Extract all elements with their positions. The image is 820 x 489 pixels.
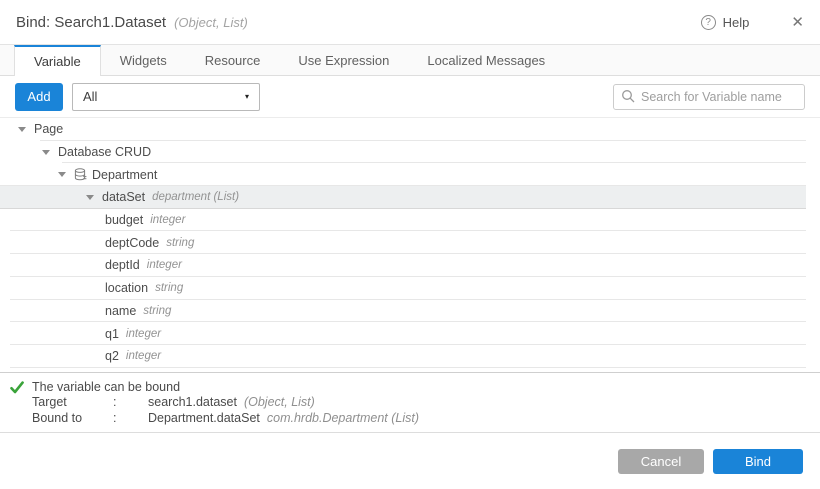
caret-down-icon[interactable] <box>58 172 66 177</box>
variable-tree: Page Database CRUD Department dataSet depart… <box>0 118 806 368</box>
tree-row-page[interactable]: Page <box>0 118 806 141</box>
status-boundto-note: com.hrdb.Department (List) <box>267 411 419 427</box>
tab-localized-messages[interactable]: Localized Messages <box>408 45 564 75</box>
tab-bar: Variable Widgets Resource Use Expression… <box>0 44 820 76</box>
tree-node-label: Department <box>92 168 157 182</box>
tree-node-type: integer <box>126 328 161 340</box>
tab-use-expression[interactable]: Use Expression <box>279 45 408 75</box>
dropdown-caret-icon: ▾ <box>245 92 249 101</box>
help-label: Help <box>723 15 750 30</box>
tree-node-type: integer <box>126 350 161 362</box>
tree-row-location[interactable]: location string <box>0 277 806 300</box>
variable-filter-dropdown[interactable]: All ▾ <box>72 83 260 111</box>
tree-row-department[interactable]: Department <box>0 163 806 186</box>
status-boundto-value: Department.dataSet <box>148 411 260 427</box>
caret-down-icon[interactable] <box>42 150 50 155</box>
tree-row-q1[interactable]: q1 integer <box>0 322 806 345</box>
tree-row-budget[interactable]: budget integer <box>0 209 806 232</box>
tree-row-dataset[interactable]: dataSet department (List) <box>0 186 806 209</box>
status-colon: : <box>113 411 148 427</box>
tree-node-type: integer <box>147 259 182 271</box>
tree-node-type: string <box>166 237 194 249</box>
status-target-key: Target <box>32 395 113 411</box>
bind-button[interactable]: Bind <box>713 449 803 474</box>
tab-variable[interactable]: Variable <box>14 45 101 76</box>
binding-status-panel: The variable can be bound Target : searc… <box>0 372 820 432</box>
tree-node-type: string <box>143 305 171 317</box>
cancel-button[interactable]: Cancel <box>618 449 704 474</box>
database-icon <box>74 168 87 181</box>
tree-node-label: Page <box>34 122 63 136</box>
dialog-footer: Cancel Bind <box>0 432 820 489</box>
tree-node-type: department (List) <box>152 191 239 203</box>
status-target-row: Target : search1.dataset (Object, List) <box>10 395 820 411</box>
tree-node-label: dataSet <box>102 190 145 204</box>
tab-widgets[interactable]: Widgets <box>101 45 186 75</box>
caret-down-icon[interactable] <box>18 127 26 132</box>
status-target-note: (Object, List) <box>244 395 315 411</box>
tree-node-label: name <box>105 304 136 318</box>
tree-node-label: location <box>105 281 148 295</box>
tree-node-type: integer <box>150 214 185 226</box>
success-check-icon <box>10 380 32 394</box>
status-boundto-key: Bound to <box>32 411 113 427</box>
tab-resource[interactable]: Resource <box>186 45 280 75</box>
tree-node-label: deptCode <box>105 236 159 250</box>
add-variable-button[interactable]: Add <box>15 83 63 111</box>
close-icon[interactable]: ✕ <box>791 15 804 30</box>
tree-node-type: string <box>155 282 183 294</box>
tree-row-q2[interactable]: q2 integer <box>0 345 806 368</box>
dialog-header: Bind: Search1.Dataset (Object, List) ? H… <box>0 0 820 44</box>
status-boundto-row: Bound to : Department.dataSet com.hrdb.D… <box>10 411 820 427</box>
status-message: The variable can be bound <box>32 380 180 396</box>
tree-node-label: Database CRUD <box>58 145 151 159</box>
tree-row-name[interactable]: name string <box>0 300 806 323</box>
tree-node-label: deptId <box>105 258 140 272</box>
tree-row-database-crud[interactable]: Database CRUD <box>0 141 806 164</box>
tree-node-label: q2 <box>105 349 119 363</box>
variable-filter-value: All <box>83 89 97 104</box>
search-icon <box>621 89 635 103</box>
variable-toolbar: Add All ▾ <box>0 76 820 118</box>
caret-down-icon[interactable] <box>86 195 94 200</box>
tree-row-deptcode[interactable]: deptCode string <box>0 231 806 254</box>
help-icon: ? <box>701 15 716 30</box>
help-button[interactable]: ? Help <box>701 15 750 30</box>
dialog-title-type: (Object, List) <box>174 15 248 30</box>
dialog-title: Bind: Search1.Dataset <box>16 14 166 31</box>
tree-node-label: q1 <box>105 327 119 341</box>
tree-row-deptid[interactable]: deptId integer <box>0 254 806 277</box>
tree-node-label: budget <box>105 213 143 227</box>
status-colon: : <box>113 395 148 411</box>
variable-search-input[interactable] <box>613 84 805 110</box>
status-target-value: search1.dataset <box>148 395 237 411</box>
